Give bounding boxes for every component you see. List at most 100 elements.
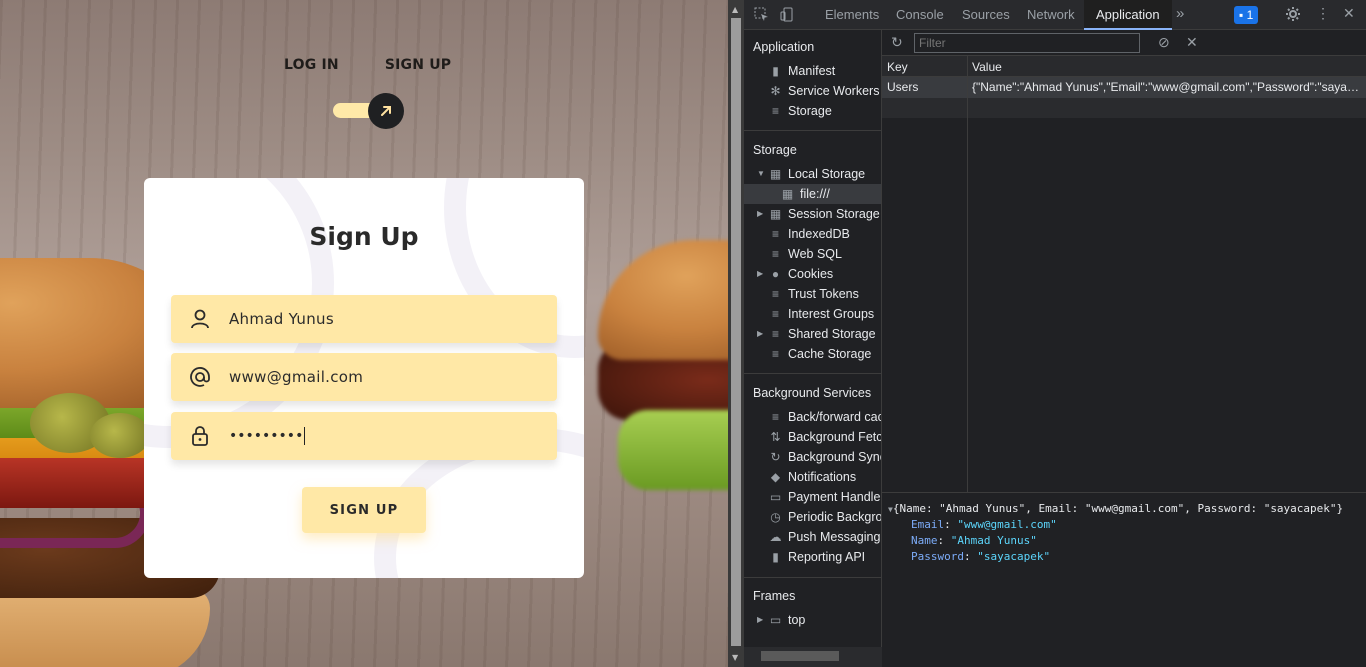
column-header-value[interactable]: Value — [972, 60, 1002, 74]
sidebar-horizontal-scrollbar[interactable] — [744, 647, 882, 667]
grid-icon: ▦ — [769, 207, 782, 221]
webpage-viewport: LOG IN SIGN UP Sign Up •••••• — [0, 0, 728, 667]
delete-selected-icon[interactable]: ✕ — [1186, 34, 1198, 51]
sidebar-item-file-origin[interactable]: ▦ file:/// — [744, 184, 881, 204]
at-sign-icon — [171, 366, 229, 388]
database-icon: ≡ — [771, 327, 779, 341]
more-options-icon[interactable]: ⋮ — [1316, 5, 1330, 22]
sidebar-item-reporting-api[interactable]: ▮ Reporting API — [744, 547, 881, 567]
tab-elements[interactable]: Elements — [825, 0, 879, 30]
clear-all-icon[interactable]: ⊘ — [1158, 34, 1170, 51]
issues-badge[interactable]: ▪ 1 — [1234, 6, 1259, 24]
auth-tabs: LOG IN SIGN UP — [284, 57, 451, 73]
grid-icon: ▦ — [769, 167, 782, 181]
expand-right-icon[interactable]: ▶ — [757, 324, 763, 344]
signup-tab[interactable]: SIGN UP — [385, 57, 451, 73]
file-icon: ▮ — [772, 550, 779, 564]
cloud-icon: ☁ — [769, 530, 782, 544]
device-toolbar-icon[interactable] — [780, 7, 795, 25]
value-preview: ▼{Name: "Ahmad Yunus", Email: "www@gmail… — [882, 492, 1366, 667]
section-storage: Storage — [753, 143, 797, 157]
sidebar-item-background-fetch[interactable]: ⇅ Background Fetch — [744, 427, 881, 447]
clock-icon: ◷ — [770, 510, 781, 524]
column-header-key[interactable]: Key — [887, 60, 908, 74]
section-background-services: Background Services — [753, 386, 872, 400]
user-icon — [171, 308, 229, 330]
close-devtools-icon[interactable]: ✕ — [1343, 5, 1355, 22]
section-application: Application — [753, 40, 815, 54]
section-frames: Frames — [753, 589, 796, 603]
expand-down-icon[interactable]: ▼ — [757, 164, 765, 184]
database-icon: ≡ — [771, 307, 779, 321]
scroll-up-icon[interactable]: ▲ — [732, 5, 738, 14]
table-row[interactable]: Users {"Name":"Ahmad Yunus","Email":"www… — [882, 77, 1366, 98]
scrollbar-thumb[interactable] — [761, 651, 839, 661]
refresh-icon[interactable]: ↻ — [891, 34, 903, 51]
sidebar-item-shared-storage[interactable]: ▶ ≡ Shared Storage — [744, 324, 881, 344]
signup-submit-button[interactable]: SIGN UP — [302, 487, 426, 533]
arrows-updown-icon: ⇅ — [770, 430, 781, 444]
signup-title: Sign Up — [309, 222, 419, 251]
sidebar-item-background-sync[interactable]: ↻ Background Sync — [744, 447, 881, 467]
sidebar-item-session-storage[interactable]: ▶ ▦ Session Storage — [744, 204, 881, 224]
preview-prop-password: Password: "sayacapek" — [911, 550, 1051, 563]
expand-right-icon[interactable]: ▶ — [757, 610, 763, 630]
arrow-up-right-icon[interactable] — [368, 93, 404, 129]
column-divider — [967, 56, 968, 492]
cookie-icon: ● — [771, 267, 780, 281]
row-key: Users — [887, 80, 919, 94]
password-mask: ••••••••• — [229, 428, 304, 444]
sidebar-item-web-sql[interactable]: ≡ Web SQL — [744, 244, 881, 264]
sidebar-item-bfcache[interactable]: ≡Back/forward cache — [744, 407, 881, 427]
grid-icon: ▦ — [781, 187, 794, 201]
database-icon: ≡ — [771, 227, 779, 241]
sidebar-item-periodic-sync[interactable]: ◷Periodic Background Sync — [744, 507, 881, 527]
sidebar-item-cache-storage[interactable]: ≡ Cache Storage — [744, 344, 881, 364]
issues-count: 1 — [1246, 8, 1254, 22]
preview-prop-name: Name: "Ahmad Yunus" — [911, 534, 1037, 547]
tab-application[interactable]: Application — [1084, 0, 1172, 30]
sidebar-item-notifications[interactable]: ◆ Notifications — [744, 467, 881, 487]
settings-gear-icon[interactable] — [1285, 6, 1301, 25]
more-tabs-icon[interactable]: » — [1176, 5, 1184, 22]
password-field[interactable]: ••••••••• — [171, 412, 557, 460]
preview-summary[interactable]: ▼{Name: "Ahmad Yunus", Email: "www@gmail… — [888, 502, 1343, 515]
signup-card: Sign Up ••••••••• SIGN UP — [144, 178, 584, 578]
email-input[interactable] — [229, 368, 529, 386]
gear-icon: ✻ — [770, 84, 781, 98]
login-tab[interactable]: LOG IN — [284, 57, 339, 73]
email-field[interactable] — [171, 353, 557, 401]
storage-toolbar: ↻ ⊘ ✕ — [882, 30, 1366, 56]
expand-right-icon[interactable]: ▶ — [757, 264, 763, 284]
sidebar-item-interest-groups[interactable]: ≡ Interest Groups — [744, 304, 881, 324]
tab-sources[interactable]: Sources — [962, 0, 1010, 30]
expand-right-icon[interactable]: ▶ — [757, 204, 763, 224]
sidebar-item-trust-tokens[interactable]: ≡ Trust Tokens — [744, 284, 881, 304]
sidebar-item-indexeddb[interactable]: ≡ IndexedDB — [744, 224, 881, 244]
inspect-element-icon[interactable] — [754, 7, 769, 25]
devtools-tabbar: Elements Console Sources Network Applica… — [744, 0, 1366, 30]
sidebar-item-payment-handler[interactable]: ▭ Payment Handler — [744, 487, 881, 507]
name-input[interactable] — [229, 310, 529, 328]
scrollbar-thumb[interactable] — [731, 18, 741, 646]
sidebar-item-push-messaging[interactable]: ☁ Push Messaging — [744, 527, 881, 547]
sidebar-item-frame-top[interactable]: ▶ ▭ top — [744, 610, 881, 630]
database-icon: ≡ — [771, 287, 779, 301]
name-field[interactable] — [171, 295, 557, 343]
preview-prop-email: Email: "www@gmail.com" — [911, 518, 1057, 531]
devtools-panel: Elements Console Sources Network Applica… — [744, 0, 1366, 667]
scroll-down-icon[interactable]: ▼ — [732, 653, 738, 662]
password-input[interactable]: ••••••••• — [229, 427, 306, 445]
filter-input[interactable] — [914, 33, 1140, 53]
storage-view: ↻ ⊘ ✕ Key Value Users {"Name":"Ahmad Yun… — [882, 30, 1366, 667]
sidebar-item-service-workers[interactable]: ✻ Service Workers — [744, 81, 881, 101]
sidebar-item-manifest[interactable]: ▮ Manifest — [744, 61, 881, 81]
page-scrollbar[interactable]: ▲ ▼ — [728, 0, 744, 667]
sidebar-item-storage[interactable]: ≡ Storage — [744, 101, 881, 121]
tab-network[interactable]: Network — [1027, 0, 1075, 30]
tab-console[interactable]: Console — [896, 0, 944, 30]
database-icon: ≡ — [771, 104, 779, 118]
sidebar-item-local-storage[interactable]: ▼ ▦ Local Storage — [744, 164, 881, 184]
burger-image-right — [598, 240, 728, 540]
sidebar-item-cookies[interactable]: ▶ ● Cookies — [744, 264, 881, 284]
